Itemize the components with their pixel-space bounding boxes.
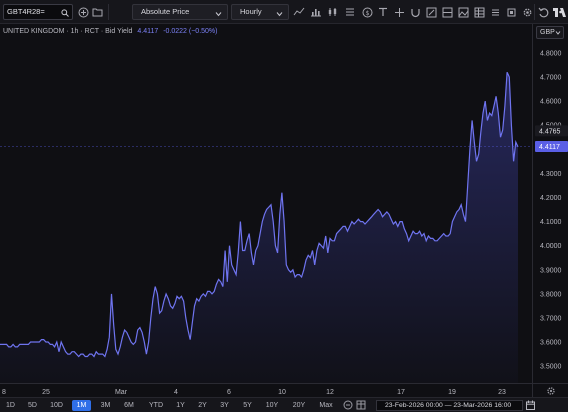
series-area-fill — [0, 72, 518, 383]
range-button-1d[interactable]: 1D — [2, 400, 19, 411]
range-button-max[interactable]: Max — [315, 400, 337, 411]
range-button-6m[interactable]: 6M — [120, 400, 138, 411]
interval-dropdown[interactable]: Hourly — [231, 4, 289, 20]
range-button-2y[interactable]: 2Y — [194, 400, 211, 411]
last-price-label: 4.4117 — [535, 140, 568, 152]
date-range-text: 23-Feb-2026 00:00 — 23-Mar-2026 16:00 — [385, 402, 512, 409]
price-type-label: Absolute Price — [141, 7, 190, 16]
range-bar: 23-Feb-2026 00:00 — 23-Mar-2026 16:00 1D… — [0, 397, 568, 412]
tradingview-logo-icon — [552, 5, 566, 19]
magnet-icon[interactable] — [408, 5, 422, 19]
price-tick-label: 4.1000 — [540, 219, 562, 226]
folder-icon[interactable] — [90, 5, 104, 19]
range-button-20y[interactable]: 20Y — [288, 400, 310, 411]
currency-dropdown[interactable]: GBP — [536, 26, 564, 39]
currency-label: GBP — [540, 29, 555, 36]
toolbar-divider — [534, 4, 535, 20]
price-tick-label: 3.8000 — [540, 291, 562, 298]
calendar-grid-icon[interactable] — [356, 400, 367, 411]
zoom-out-icon[interactable] — [343, 400, 354, 411]
legend-title: UNITED KINGDOM · 1h · RCT · Bid Yield — [3, 28, 133, 35]
range-button-5y[interactable]: 5Y — [239, 400, 256, 411]
time-axis[interactable]: 8 25 Mar 4 6 10 12 17 19 23 — [0, 383, 532, 397]
bar-chart-icon[interactable] — [309, 5, 323, 19]
undo-icon[interactable] — [536, 5, 550, 19]
measure-icon[interactable] — [424, 5, 438, 19]
crosshair-icon[interactable] — [392, 5, 406, 19]
price-tick-label: 3.6000 — [540, 340, 562, 347]
prev-price-label: 4.4765 — [535, 125, 568, 137]
legend-change: -0.0222 (−0.50%) — [163, 28, 218, 35]
price-tick-label: 3.7000 — [540, 315, 562, 322]
bars-icon[interactable] — [488, 5, 502, 19]
price-tick-label: 4.0000 — [540, 243, 562, 250]
time-tick-label: 17 — [397, 389, 405, 396]
symbol-search-input[interactable]: GBT4R28= — [3, 4, 73, 20]
svg-text:4.4765: 4.4765 — [539, 128, 561, 135]
chevron-down-icon — [276, 8, 283, 22]
time-tick-label: Mar — [115, 389, 128, 396]
svg-text:$: $ — [365, 10, 369, 17]
chevron-down-icon — [555, 29, 561, 40]
time-tick-label: 6 — [227, 389, 231, 396]
calendar-icon[interactable] — [526, 400, 536, 411]
range-button-3m[interactable]: 3M — [96, 400, 115, 411]
price-tick-label: 4.3000 — [540, 171, 562, 178]
time-tick-label: 25 — [42, 389, 50, 396]
axis-settings-icon[interactable] — [532, 383, 568, 397]
range-button-3y[interactable]: 3Y — [216, 400, 233, 411]
symbol-text: GBT4R28= — [7, 7, 45, 16]
time-tick-label: 12 — [326, 389, 334, 396]
candles-icon[interactable] — [326, 5, 340, 19]
time-tick-label: 10 — [278, 389, 286, 396]
image-icon[interactable] — [456, 5, 470, 19]
price-tick-label: 4.8000 — [540, 50, 562, 57]
price-chart[interactable] — [0, 24, 532, 383]
range-button-ytd[interactable]: YTD — [145, 400, 167, 411]
line-chart-icon[interactable] — [292, 5, 306, 19]
settings-icon[interactable] — [520, 5, 534, 19]
price-axis[interactable]: 4.80004.70004.60004.50004.30004.20004.10… — [532, 24, 568, 383]
table-lines-icon[interactable] — [343, 5, 357, 19]
time-tick-label: 19 — [448, 389, 456, 396]
drawing-tools-icon[interactable] — [440, 5, 454, 19]
time-tick-label: 23 — [498, 389, 506, 396]
range-button-1y[interactable]: 1Y — [172, 400, 189, 411]
top-toolbar: GBT4R28= Absolute Price Hourly $ — [0, 0, 568, 24]
price-tick-label: 4.6000 — [540, 99, 562, 106]
add-compare-icon[interactable] — [76, 5, 90, 19]
svg-text:4.4117: 4.4117 — [539, 144, 560, 151]
time-tick-label: 8 — [2, 389, 6, 396]
toolbar-divider — [108, 4, 109, 20]
search-icon[interactable] — [61, 8, 69, 22]
range-button-10d[interactable]: 10D — [46, 400, 67, 411]
price-tick-label: 4.7000 — [540, 75, 562, 82]
layers-icon[interactable] — [504, 5, 518, 19]
date-range-field[interactable]: 23-Feb-2026 00:00 — 23-Mar-2026 16:00 — [376, 400, 523, 411]
chart-legend: UNITED KINGDOM · 1h · RCT · Bid Yield 4.… — [3, 28, 218, 35]
price-tick-label: 3.9000 — [540, 267, 562, 274]
grid-table-icon[interactable] — [472, 5, 486, 19]
price-type-dropdown[interactable]: Absolute Price — [132, 4, 228, 20]
legend-value: 4.4117 — [137, 28, 159, 35]
price-tick-label: 3.5000 — [540, 364, 562, 371]
text-icon[interactable] — [376, 5, 390, 19]
chevron-down-icon — [215, 8, 222, 22]
range-button-5d[interactable]: 5D — [24, 400, 41, 411]
time-tick-label: 4 — [174, 389, 178, 396]
currency-icon[interactable]: $ — [360, 5, 374, 19]
range-button-10y[interactable]: 10Y — [262, 400, 282, 411]
range-button-1m[interactable]: 1M — [72, 400, 91, 411]
price-tick-label: 4.2000 — [540, 195, 562, 202]
interval-label: Hourly — [240, 7, 262, 16]
